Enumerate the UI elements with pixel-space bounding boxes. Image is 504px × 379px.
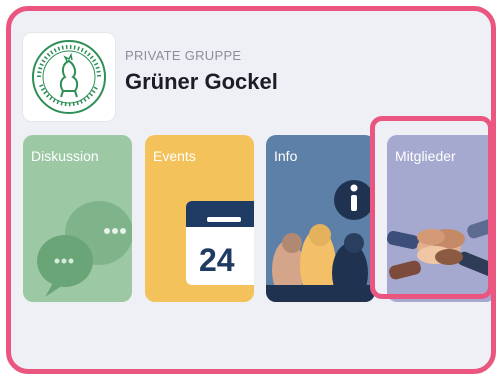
tile-label-events: Events xyxy=(153,148,196,164)
calendar-date-number: 24 xyxy=(199,242,235,278)
selection-highlight xyxy=(370,116,493,299)
group-logo xyxy=(23,33,115,121)
tile-events[interactable]: 24 Events xyxy=(145,135,254,302)
rooster-seal-icon xyxy=(32,40,106,114)
group-title: Grüner Gockel xyxy=(125,69,278,94)
tile-diskussion[interactable]: Diskussion xyxy=(23,135,132,302)
tile-label-info: Info xyxy=(274,148,298,164)
group-privacy-label: PRIVATE GRUPPE xyxy=(125,48,242,63)
tile-label-diskussion: Diskussion xyxy=(31,148,99,164)
tile-info[interactable]: Info xyxy=(266,135,375,302)
